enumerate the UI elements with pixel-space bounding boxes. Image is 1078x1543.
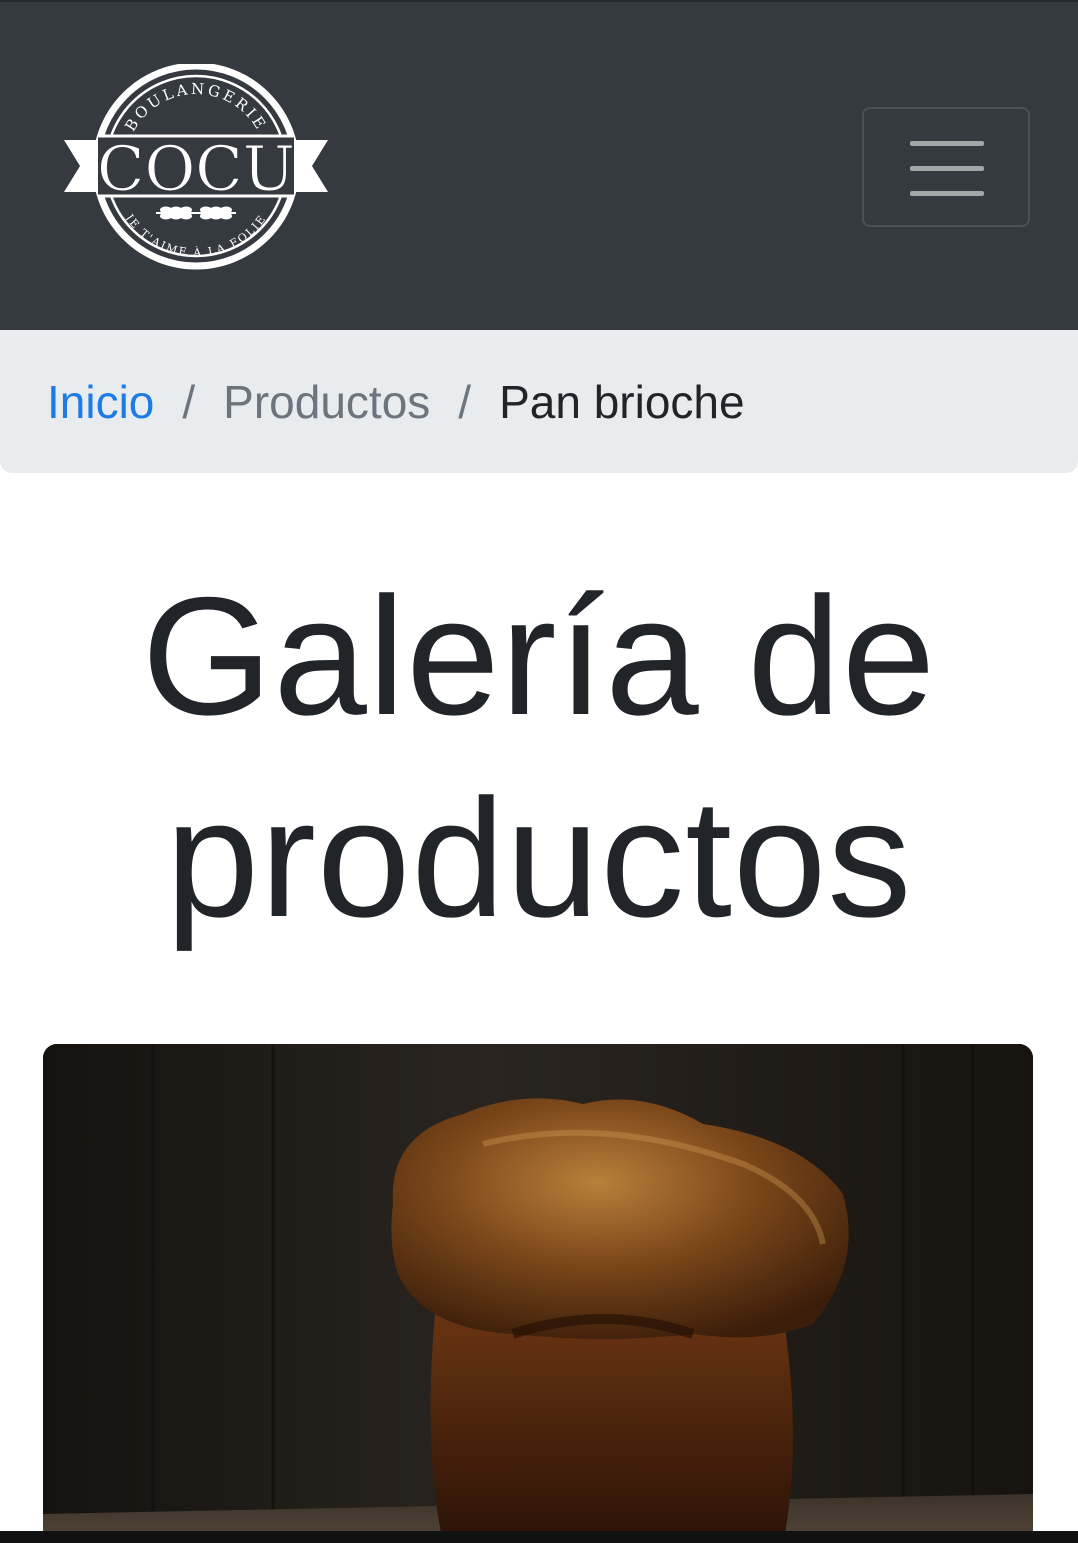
breadcrumb: Inicio / Productos / Pan brioche — [0, 330, 1078, 473]
breadcrumb-item-inicio[interactable]: Inicio — [47, 375, 154, 429]
breadcrumb-separator: / — [182, 375, 196, 428]
bottom-edge — [0, 1531, 1078, 1543]
navbar: BOULANGERIE COCU JE T'AIME À LA FOLIE — [0, 0, 1078, 330]
brand-name: COCU — [97, 132, 295, 205]
breadcrumb-item-productos[interactable]: Productos — [223, 375, 430, 429]
svg-text:BOULANGERIE: BOULANGERIE — [121, 80, 270, 135]
brand-logo[interactable]: BOULANGERIE COCU JE T'AIME À LA FOLIE — [60, 62, 332, 270]
page: BOULANGERIE COCU JE T'AIME À LA FOLIE In… — [0, 0, 1078, 1543]
cocu-logo-icon: BOULANGERIE COCU JE T'AIME À LA FOLIE — [64, 62, 328, 270]
breadcrumb-item-current: Pan brioche — [499, 375, 745, 428]
hamburger-menu-icon — [910, 141, 984, 197]
product-image[interactable] — [43, 1044, 1033, 1543]
navbar-toggle-button[interactable] — [862, 107, 1030, 227]
page-title: Galería de productos — [141, 562, 937, 952]
breadcrumb-separator: / — [458, 375, 472, 428]
brioche-photo-icon — [43, 1044, 1033, 1543]
